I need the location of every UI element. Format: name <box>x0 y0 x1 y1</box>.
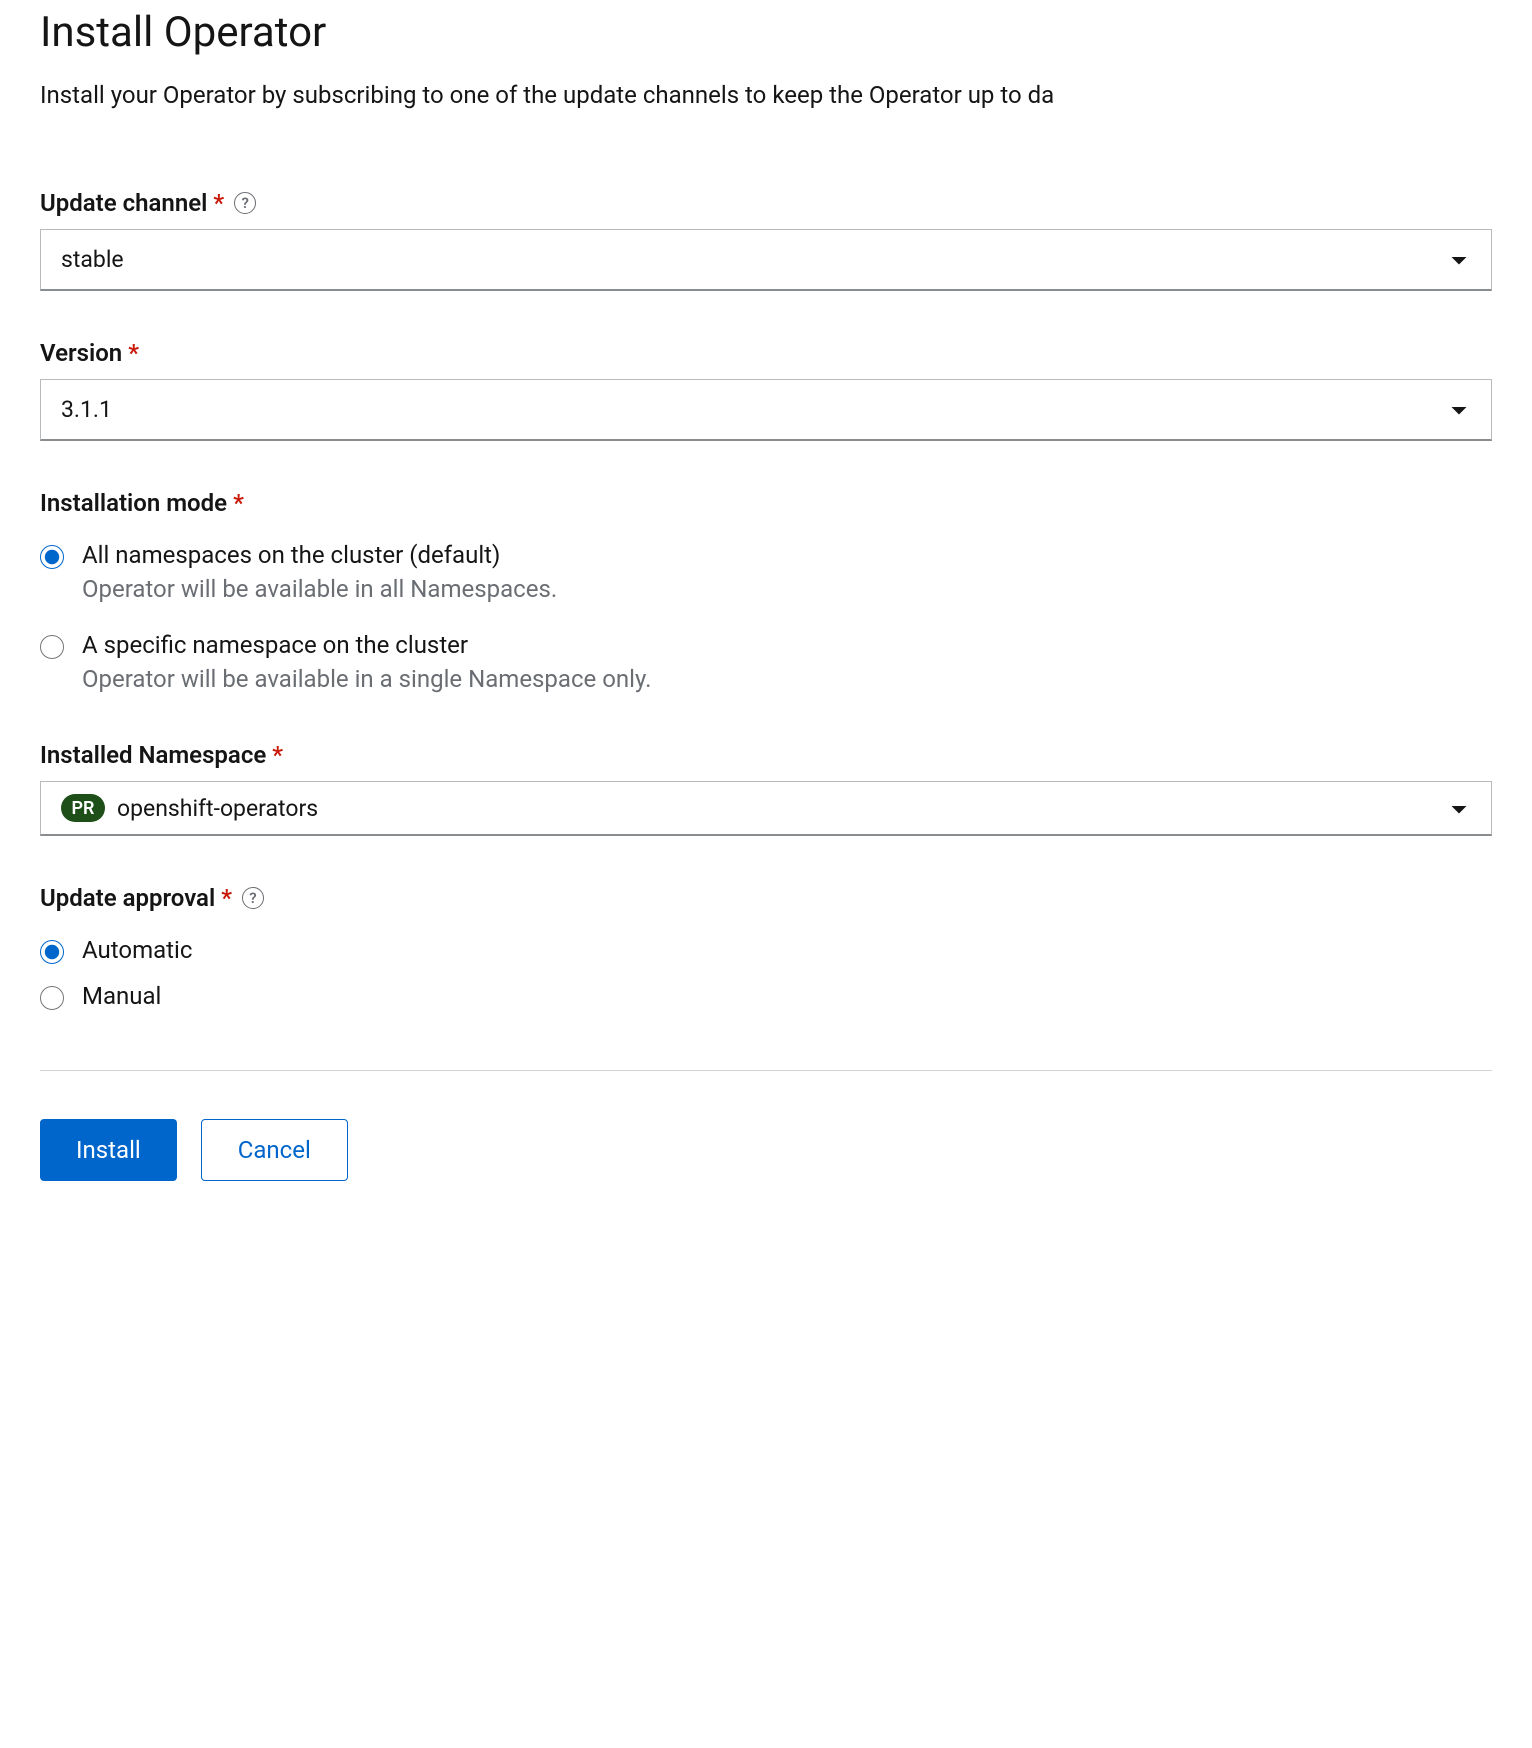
page-title: Install Operator <box>40 8 1492 57</box>
installation-mode-label: Installation mode * <box>40 489 1492 517</box>
update-approval-manual-label[interactable]: Manual <box>82 982 161 1010</box>
required-asterisk: * <box>233 489 244 517</box>
installed-namespace-value: openshift-operators <box>117 795 318 822</box>
installation-mode-group: Installation mode * All namespaces on th… <box>40 489 1492 693</box>
help-icon[interactable]: ? <box>234 192 256 214</box>
installation-mode-option-specific-description: Operator will be available in a single N… <box>82 665 651 693</box>
update-channel-select-wrapper: stable <box>40 229 1492 291</box>
update-approval-label-text: Update approval <box>40 884 215 912</box>
divider <box>40 1070 1492 1071</box>
required-asterisk: * <box>128 339 139 367</box>
update-channel-select[interactable]: stable <box>40 229 1492 291</box>
version-select-wrapper: 3.1.1 <box>40 379 1492 441</box>
update-approval-option-automatic: Automatic <box>40 936 1492 964</box>
installed-namespace-label-text: Installed Namespace <box>40 741 266 769</box>
update-approval-radio-manual[interactable] <box>40 986 64 1010</box>
update-approval-radio-group: Automatic Manual <box>40 936 1492 1010</box>
version-label: Version * <box>40 339 1492 367</box>
installation-mode-option-all-label[interactable]: All namespaces on the cluster (default) <box>82 541 557 569</box>
page-description: Install your Operator by subscribing to … <box>40 81 1492 109</box>
help-icon[interactable]: ? <box>242 887 264 909</box>
installation-mode-radio-all[interactable] <box>40 545 64 569</box>
installed-namespace-select-wrapper: PR openshift-operators <box>40 781 1492 836</box>
version-value: 3.1.1 <box>61 396 112 423</box>
installed-namespace-label: Installed Namespace * <box>40 741 1492 769</box>
install-button[interactable]: Install <box>40 1119 177 1181</box>
required-asterisk: * <box>221 884 232 912</box>
update-channel-label-text: Update channel <box>40 189 207 217</box>
installed-namespace-select[interactable]: PR openshift-operators <box>40 781 1492 836</box>
update-approval-option-manual: Manual <box>40 982 1492 1010</box>
version-label-text: Version <box>40 339 122 367</box>
installation-mode-option-specific: A specific namespace on the cluster Oper… <box>40 631 1492 693</box>
update-channel-label: Update channel * ? <box>40 189 1492 217</box>
installation-mode-content-all: All namespaces on the cluster (default) … <box>82 541 557 603</box>
namespace-badge: PR <box>61 794 105 822</box>
required-asterisk: * <box>213 189 224 217</box>
cancel-button[interactable]: Cancel <box>201 1119 348 1181</box>
update-approval-label: Update approval * ? <box>40 884 1492 912</box>
installation-mode-option-specific-label[interactable]: A specific namespace on the cluster <box>82 631 651 659</box>
update-channel-value: stable <box>61 246 124 273</box>
installed-namespace-group: Installed Namespace * PR openshift-opera… <box>40 741 1492 836</box>
installation-mode-radio-specific[interactable] <box>40 635 64 659</box>
installation-mode-content-specific: A specific namespace on the cluster Oper… <box>82 631 651 693</box>
update-approval-group: Update approval * ? Automatic Manual <box>40 884 1492 1010</box>
installation-mode-radio-group: All namespaces on the cluster (default) … <box>40 541 1492 693</box>
update-approval-radio-automatic[interactable] <box>40 940 64 964</box>
version-group: Version * 3.1.1 <box>40 339 1492 441</box>
update-channel-group: Update channel * ? stable <box>40 189 1492 291</box>
update-approval-automatic-label[interactable]: Automatic <box>82 936 192 964</box>
button-row: Install Cancel <box>40 1119 1492 1181</box>
required-asterisk: * <box>272 741 283 769</box>
installation-mode-option-all: All namespaces on the cluster (default) … <box>40 541 1492 603</box>
version-select[interactable]: 3.1.1 <box>40 379 1492 441</box>
installation-mode-label-text: Installation mode <box>40 489 227 517</box>
installation-mode-option-all-description: Operator will be available in all Namesp… <box>82 575 557 603</box>
